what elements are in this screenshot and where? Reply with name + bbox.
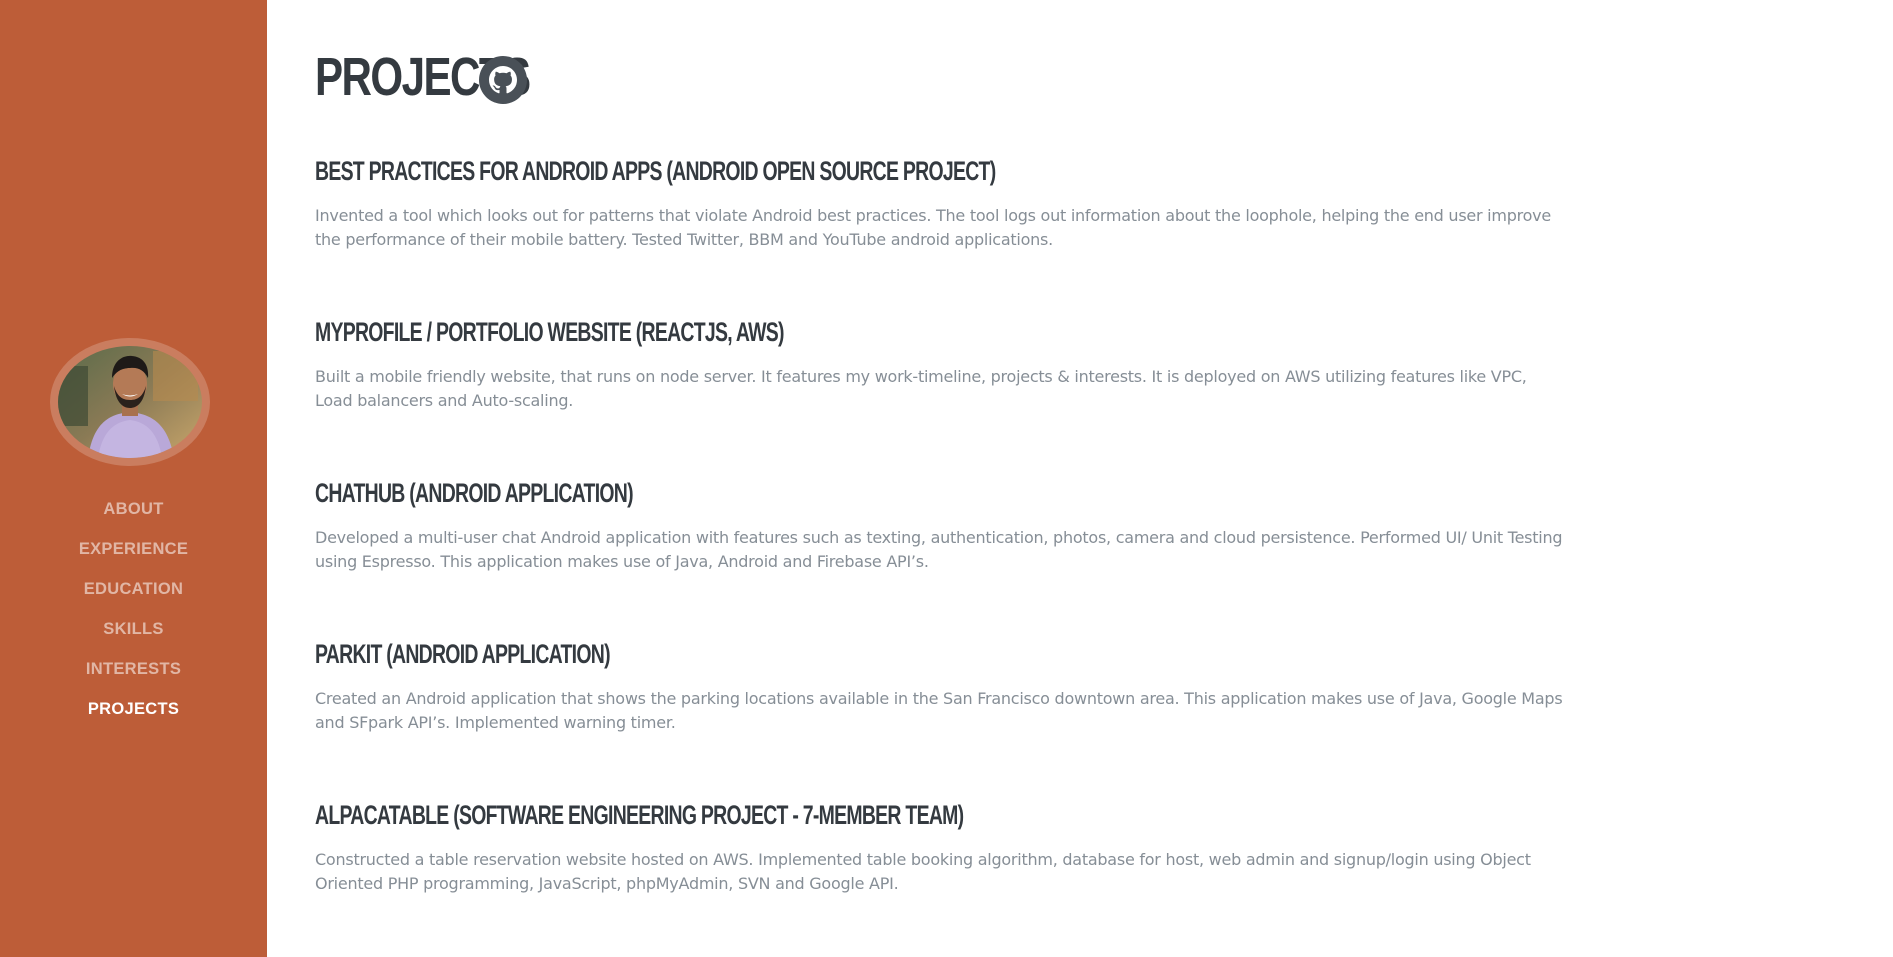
avatar[interactable] <box>50 338 210 466</box>
page-title-row: PROJECTS <box>315 42 590 112</box>
project-item: PARKIT (ANDROID APPLICATION) Created an … <box>315 641 1575 735</box>
project-title: BEST PRACTICES FOR ANDROID APPS (ANDROID… <box>315 156 996 186</box>
nav-item-about: ABOUT <box>0 489 267 529</box>
nav-link-about[interactable]: ABOUT <box>103 500 163 518</box>
nav-link-experience[interactable]: EXPERIENCE <box>79 540 188 558</box>
project-description: Constructed a table reservation website … <box>315 850 1531 893</box>
project-title: MYPROFILE / PORTFOLIO WEBSITE (REACTJS, … <box>315 317 784 347</box>
sidebar: ABOUT EXPERIENCE EDUCATION SKILLS INTERE… <box>0 0 267 957</box>
github-link[interactable] <box>479 56 527 104</box>
nav-item-skills: SKILLS <box>0 609 267 649</box>
project-item: MYPROFILE / PORTFOLIO WEBSITE (REACTJS, … <box>315 319 1575 413</box>
project-title: CHATHUB (ANDROID APPLICATION) <box>315 478 634 508</box>
project-item: BEST PRACTICES FOR ANDROID APPS (ANDROID… <box>315 158 1575 252</box>
project-description: Built a mobile friendly website, that ru… <box>315 367 1527 410</box>
nav-link-skills[interactable]: SKILLS <box>103 620 163 638</box>
project-description: Invented a tool which looks out for patt… <box>315 206 1551 249</box>
sidebar-nav: ABOUT EXPERIENCE EDUCATION SKILLS INTERE… <box>0 489 267 729</box>
nav-link-interests[interactable]: INTERESTS <box>86 660 181 678</box>
nav-link-projects[interactable]: PROJECTS <box>88 700 179 718</box>
project-title: ALPACATABLE (SOFTWARE ENGINEERING PROJEC… <box>315 800 964 830</box>
github-icon <box>489 66 517 94</box>
project-description: Developed a multi-user chat Android appl… <box>315 528 1563 571</box>
nav-item-interests: INTERESTS <box>0 649 267 689</box>
nav-item-experience: EXPERIENCE <box>0 529 267 569</box>
nav-item-projects: PROJECTS <box>0 689 267 729</box>
project-description: Created an Android application that show… <box>315 689 1563 732</box>
nav-link-education[interactable]: EDUCATION <box>84 580 184 598</box>
profile-photo <box>58 346 202 458</box>
project-item: CHATHUB (ANDROID APPLICATION) Developed … <box>315 480 1575 574</box>
project-item: ALPACATABLE (SOFTWARE ENGINEERING PROJEC… <box>315 802 1575 896</box>
nav-item-education: EDUCATION <box>0 569 267 609</box>
project-title: PARKIT (ANDROID APPLICATION) <box>315 639 611 669</box>
